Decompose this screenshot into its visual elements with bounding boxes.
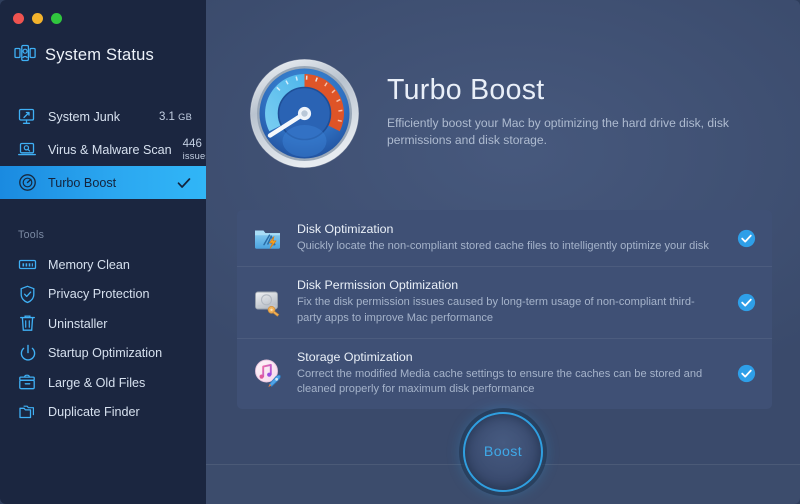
duplicate-folders-icon (18, 403, 37, 422)
page-title: Turbo Boost (387, 76, 737, 106)
disk-permission-icon (252, 287, 283, 318)
monitor-cleanup-icon (18, 107, 37, 126)
sidebar-nav: System Junk 3.1 GB Virus & Malware Scan … (0, 100, 206, 427)
optimization-description: Correct the modified Media cache setting… (297, 367, 717, 398)
optimization-text: Disk Permission Optimization Fix the dis… (297, 278, 717, 326)
sidebar-item-value: 3.1 GB (159, 111, 192, 123)
status-check-icon (737, 364, 756, 383)
hero-header: Turbo Boost Efficiently boost your Mac b… (248, 57, 737, 170)
sidebar-item-value: 446 issues (183, 138, 206, 162)
close-button[interactable] (13, 13, 24, 24)
boost-button-label: Boost (484, 444, 522, 460)
hero-text: Turbo Boost Efficiently boost your Mac b… (387, 57, 737, 149)
trash-icon (18, 314, 37, 333)
optimization-row[interactable]: Disk Optimization Quickly locate the non… (237, 210, 772, 266)
check-icon (176, 175, 192, 191)
boost-button[interactable]: Boost (463, 412, 543, 492)
optimization-title: Storage Optimization (297, 350, 717, 364)
optimization-text: Storage Optimization Correct the modifie… (297, 350, 717, 398)
main-content: Turbo Boost Efficiently boost your Mac b… (206, 0, 800, 504)
sidebar-item-startup-optimization[interactable]: Startup Optimization (0, 339, 206, 369)
sidebar-item-turbo-boost[interactable]: Turbo Boost (0, 166, 206, 199)
status-check-icon (737, 293, 756, 312)
page-subtitle: Efficiently boost your Mac by optimizing… (387, 115, 737, 149)
optimization-description: Fix the disk permission issues caused by… (297, 295, 717, 326)
optimizations-panel: Disk Optimization Quickly locate the non… (237, 210, 772, 409)
sidebar-item-large-old-files[interactable]: Large & Old Files (0, 368, 206, 398)
optimization-row[interactable]: Disk Permission Optimization Fix the dis… (237, 266, 772, 338)
zoom-button[interactable] (51, 13, 62, 24)
storage-optimization-icon (252, 358, 283, 389)
file-box-icon (18, 373, 37, 392)
sidebar-item-system-junk[interactable]: System Junk 3.1 GB (0, 100, 206, 133)
optimization-title: Disk Permission Optimization (297, 278, 717, 292)
sidebar-item-label: Privacy Protection (48, 287, 150, 301)
boost-button-wrapper: Boost (463, 412, 543, 492)
memory-chip-icon (18, 255, 37, 274)
window-controls (13, 13, 62, 24)
shield-check-icon (18, 285, 37, 304)
sidebar: System Status System Junk 3.1 GB (0, 0, 206, 504)
minimize-button[interactable] (32, 13, 43, 24)
status-check-icon (737, 229, 756, 248)
sidebar-item-label: System Junk (48, 110, 120, 124)
sidebar-item-uninstaller[interactable]: Uninstaller (0, 309, 206, 339)
disk-optimization-icon (252, 223, 283, 254)
tools-header: Tools (0, 229, 206, 241)
sidebar-item-duplicate-finder[interactable]: Duplicate Finder (0, 398, 206, 428)
sidebar-item-privacy-protection[interactable]: Privacy Protection (0, 280, 206, 310)
sidebar-item-virus-malware-scan[interactable]: Virus & Malware Scan 446 issues (0, 133, 206, 166)
sidebar-item-memory-clean[interactable]: Memory Clean (0, 250, 206, 280)
app-window: System Status System Junk 3.1 GB (0, 0, 800, 504)
optimization-text: Disk Optimization Quickly locate the non… (297, 222, 717, 254)
sidebar-item-label: Startup Optimization (48, 346, 162, 360)
optimization-row[interactable]: Storage Optimization Correct the modifie… (237, 338, 772, 410)
optimization-title: Disk Optimization (297, 222, 717, 236)
sidebar-item-label: Duplicate Finder (48, 405, 140, 419)
sidebar-item-label: Uninstaller (48, 317, 108, 331)
power-icon (18, 344, 37, 363)
sidebar-item-label: Large & Old Files (48, 376, 145, 390)
laptop-scan-icon (18, 140, 37, 159)
brand: System Status (14, 44, 154, 67)
brand-label: System Status (45, 46, 154, 65)
sidebar-item-label: Memory Clean (48, 258, 130, 272)
sidebar-item-label: Turbo Boost (48, 176, 116, 190)
system-status-icon (14, 44, 36, 67)
tools-list: Memory Clean Privacy Protection (0, 250, 206, 427)
sidebar-item-label: Virus & Malware Scan (48, 143, 172, 157)
turbo-boost-gauge-icon (248, 57, 361, 170)
optimization-description: Quickly locate the non-compliant stored … (297, 239, 717, 254)
speedometer-icon (18, 173, 37, 192)
